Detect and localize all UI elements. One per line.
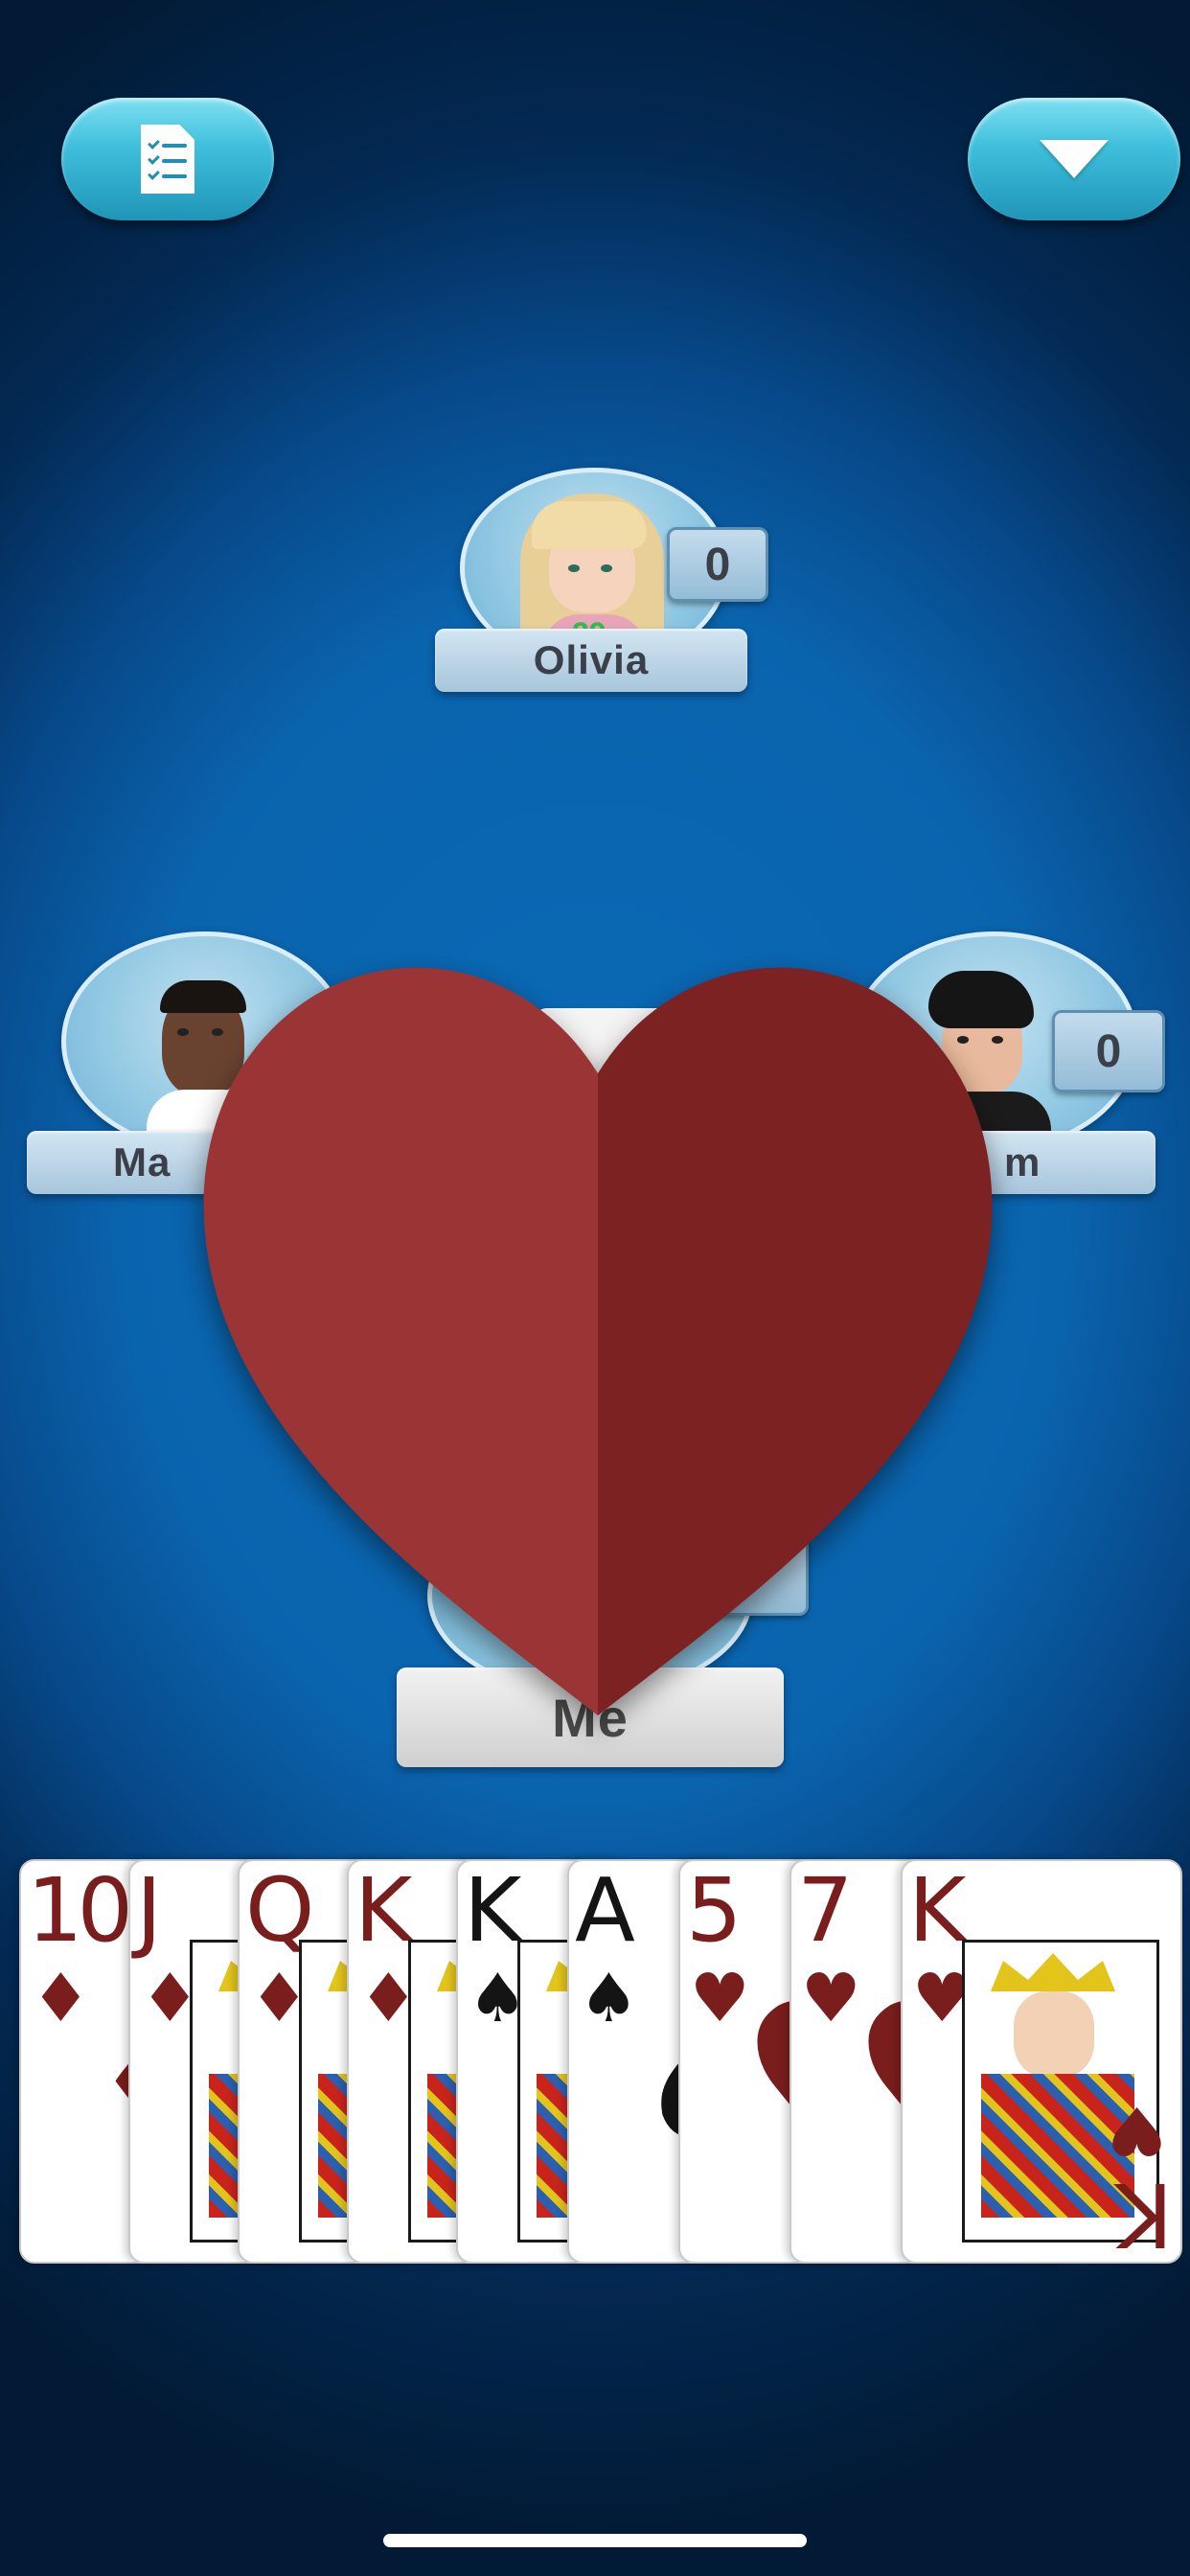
player-hand: 10♦♦J♦J♦Q♦Q♦K♦K♦K♠K♠A♠♠5♥♥7♥♥K♥K♥ [0,0,1190,2576]
card-k-of-hearts[interactable]: K ♥ K ♥ [901,1859,1182,2264]
card-rank: K [908,1859,966,1962]
card-rank: A [575,1859,635,1962]
card-rank: K [464,1859,521,1962]
game-table: 29 0 Olivia Ma 0 m 3 Me [0,0,1190,2576]
hearts-icon: ♥ [1107,2091,1167,2170]
card-rank: J [136,1859,162,1962]
card-rank-bottom: K [1114,2163,1173,2264]
card-rank: 10 [27,1859,133,1962]
card-rank: 7 [797,1859,853,1962]
card-rank: 5 [686,1859,742,1962]
card-rank: K [355,1859,412,1962]
home-indicator [383,2534,807,2547]
